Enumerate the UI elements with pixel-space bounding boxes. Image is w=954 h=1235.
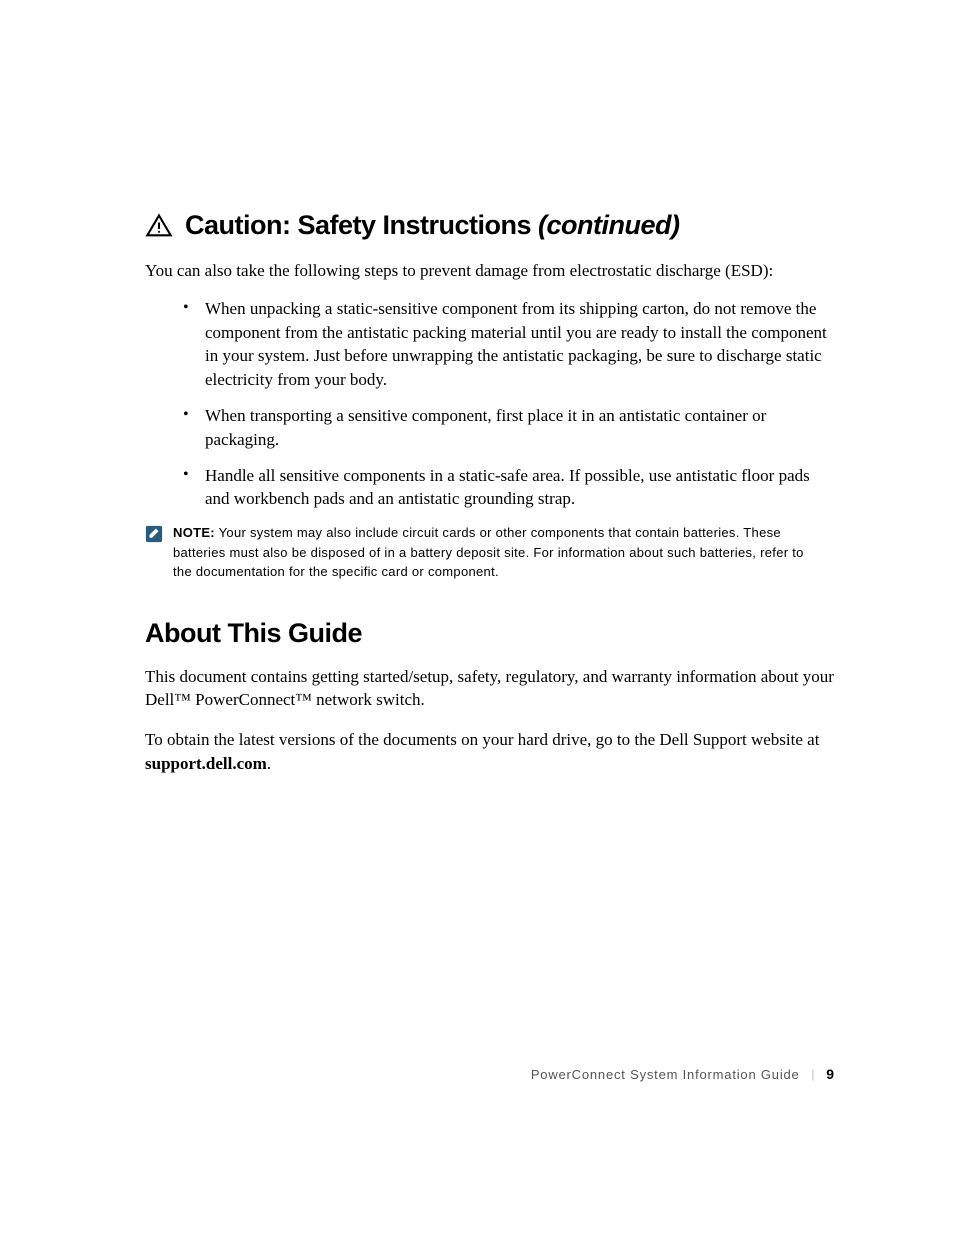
page-footer: PowerConnect System Information Guide | … <box>531 1066 834 1082</box>
note-pencil-icon <box>145 525 163 543</box>
about-para-2-prefix: To obtain the latest versions of the doc… <box>145 730 819 749</box>
note-label: NOTE: <box>173 525 215 540</box>
about-para-2: To obtain the latest versions of the doc… <box>145 728 834 776</box>
caution-heading: Caution: Safety Instructions (continued) <box>145 210 834 241</box>
note-block: NOTE: Your system may also include circu… <box>145 523 834 582</box>
warning-triangle-icon <box>145 212 173 240</box>
list-item: When transporting a sensitive component,… <box>183 404 834 452</box>
about-para-2-suffix: . <box>267 754 271 773</box>
list-item: Handle all sensitive components in a sta… <box>183 464 834 512</box>
note-body: Your system may also include circuit car… <box>173 525 804 579</box>
support-url: support.dell.com <box>145 754 267 773</box>
footer-page-number: 9 <box>826 1066 834 1082</box>
footer-title: PowerConnect System Information Guide <box>531 1067 800 1082</box>
note-text: NOTE: Your system may also include circu… <box>173 523 824 582</box>
caution-continued-text: (continued) <box>538 210 679 240</box>
about-heading: About This Guide <box>145 618 834 649</box>
about-para-1: This document contains getting started/s… <box>145 665 834 713</box>
esd-intro-text: You can also take the following steps to… <box>145 259 834 283</box>
caution-title: Caution: Safety Instructions (continued) <box>185 210 680 241</box>
caution-title-text: Caution: Safety Instructions <box>185 210 538 240</box>
page-content: Caution: Safety Instructions (continued)… <box>0 0 954 776</box>
list-item: When unpacking a static-sensitive compon… <box>183 297 834 392</box>
esd-bullet-list: When unpacking a static-sensitive compon… <box>145 297 834 511</box>
footer-divider: | <box>812 1066 815 1082</box>
